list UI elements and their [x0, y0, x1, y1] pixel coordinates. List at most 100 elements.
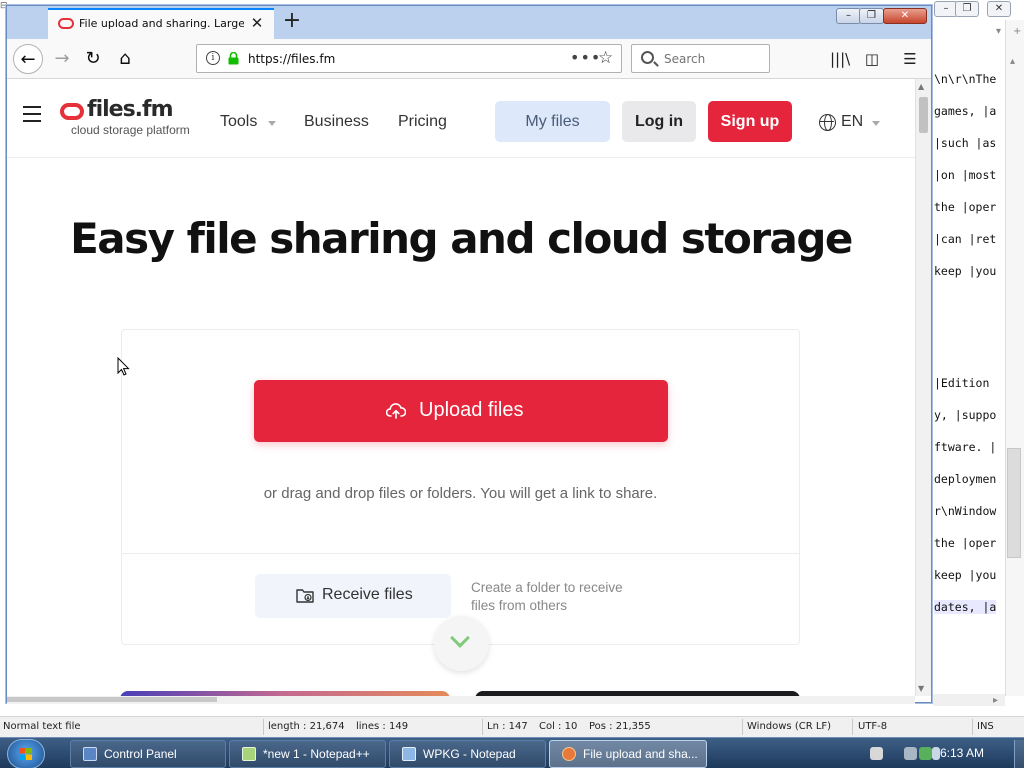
notepadpp-icon [242, 747, 256, 761]
my-files-button[interactable]: My files [495, 101, 610, 142]
bookmark-star-icon[interactable]: ☆ [598, 48, 613, 68]
status-separator [482, 719, 483, 735]
tools-chevron-down-icon[interactable] [268, 121, 276, 126]
page-scrollbar-thumb[interactable] [919, 97, 928, 133]
editor-line: \n\r\nThe [934, 72, 997, 86]
receive-files-description: Create a folder to receive files from ot… [471, 580, 623, 613]
chevron-down-icon [450, 628, 470, 648]
status-file-type: Normal text file [3, 721, 81, 732]
editor-line: games, |a [934, 104, 997, 118]
status-lines: lines : 149 [356, 721, 409, 732]
editor-line: keep |you [934, 568, 997, 582]
url-text: https://files.fm [248, 52, 336, 66]
control-panel-icon [83, 747, 97, 761]
nav-pricing[interactable]: Pricing [398, 113, 447, 131]
forward-button[interactable]: → [47, 44, 77, 74]
notepadpp-statusbar: Normal text file length : 21,674 lines :… [0, 716, 1024, 737]
start-button[interactable] [7, 739, 45, 768]
search-icon [641, 51, 654, 64]
editor-line: ftware. | [934, 440, 997, 454]
network-icon[interactable] [919, 747, 932, 760]
site-info-icon[interactable]: i [206, 51, 220, 65]
status-separator [263, 719, 264, 735]
upload-card[interactable]: Upload files or drag and drop files or f… [121, 329, 800, 645]
notepadpp-gutter-arrow-2: ▾ [996, 26, 1002, 37]
files-fm-favicon-icon [58, 18, 74, 29]
sign-up-button[interactable]: Sign up [708, 101, 792, 142]
nav-business[interactable]: Business [304, 113, 369, 131]
status-encoding: UTF-8 [858, 721, 888, 732]
sidebar-icon[interactable]: ◫ [862, 49, 882, 69]
notepadpp-restore-button[interactable]: ❐ [955, 1, 979, 17]
scroll-up-arrow-icon[interactable]: ▲ [918, 82, 924, 91]
tab-close-icon[interactable]: ✕ [249, 14, 265, 32]
firefox-icon [562, 747, 576, 761]
menu-icon[interactable]: ☰ [900, 49, 920, 69]
page-actions-icon[interactable]: ••• [570, 48, 601, 67]
editor-line: the |oper [934, 200, 997, 214]
library-icon[interactable]: |||\ [830, 49, 850, 69]
mouse-cursor-icon [117, 357, 130, 376]
tab-strip[interactable]: File upload and sharing. Large f ✕ + – ❐… [7, 6, 931, 39]
page-vertical-scrollbar[interactable]: ▲ ▼ [915, 79, 931, 696]
keyboard-icon[interactable] [870, 747, 883, 760]
taskbar-item-notepadpp[interactable]: *new 1 - Notepad++ [229, 740, 386, 768]
nav-tools[interactable]: Tools [220, 113, 257, 131]
windows-taskbar: Control Panel *new 1 - Notepad++ WPKG - … [0, 737, 1024, 768]
url-bar[interactable]: i https://files.fm ••• ☆ [196, 44, 622, 73]
home-icon[interactable]: ⌂ [110, 44, 140, 74]
scroll-down-button[interactable] [434, 616, 489, 671]
page-horizontal-scrollbar[interactable] [7, 696, 915, 704]
status-line-number: Ln : 147 [487, 721, 528, 732]
logo-tagline: cloud storage platform [71, 123, 190, 137]
lock-icon [228, 52, 239, 65]
scroll-down-arrow-icon[interactable]: ▼ [918, 684, 924, 693]
browser-tab-active[interactable]: File upload and sharing. Large f ✕ [48, 8, 274, 39]
firefox-close-button[interactable]: ✕ [883, 8, 927, 24]
log-in-button[interactable]: Log in [622, 101, 696, 142]
globe-icon[interactable] [819, 114, 836, 131]
firefox-restore-button[interactable]: ❐ [859, 8, 884, 24]
search-bar[interactable]: Search [631, 44, 770, 73]
language-chevron-down-icon[interactable] [872, 121, 880, 126]
show-desktop-button[interactable] [1014, 740, 1024, 768]
notepadpp-editor[interactable]: \n\r\nThe games, |a |such |as |on |most … [933, 64, 1005, 704]
upload-files-button[interactable]: Upload files [254, 380, 668, 442]
new-tab-button[interactable]: + [279, 8, 305, 36]
back-button[interactable]: ← [13, 44, 43, 74]
editor-line: deploymen [934, 472, 997, 486]
notepadpp-close-button[interactable]: ✕ [987, 1, 1011, 17]
files-fm-logo[interactable]: files.fm cloud storage platform [60, 97, 200, 140]
site-header: files.fm cloud storage platform Tools Bu… [7, 79, 915, 158]
notepadpp-scroll-right-arrow[interactable]: ▸ [993, 695, 998, 706]
language-selector[interactable]: EN [841, 113, 863, 131]
editor-line: |on |most [934, 168, 997, 182]
taskbar-item-control-panel[interactable]: Control Panel [70, 740, 226, 768]
firefox-window: File upload and sharing. Large f ✕ + – ❐… [6, 5, 932, 704]
firefox-minimize-button[interactable]: – [836, 8, 861, 24]
notepad-icon [402, 747, 416, 761]
logo-text: files.fm [87, 97, 174, 122]
notepadpp-scroll-up-arrow[interactable]: ▴ [1010, 56, 1015, 67]
taskbar-item-label: Control Panel [104, 747, 177, 761]
notepadpp-gutter-arrow-1: + [1013, 26, 1022, 37]
editor-line: y, |suppo [934, 408, 997, 422]
editor-line: |such |as [934, 136, 997, 150]
page-content: files.fm cloud storage platform Tools Bu… [7, 79, 915, 696]
receive-files-button[interactable]: Receive files [255, 574, 451, 618]
logo-mark-icon [60, 103, 84, 120]
page-horizontal-scrollbar-thumb[interactable] [7, 697, 217, 702]
drag-drop-hint: or drag and drop files or folders. You w… [263, 485, 658, 502]
status-insert-mode: INS [977, 721, 994, 732]
card-divider [122, 553, 799, 554]
notepadpp-vertical-scrollbar-thumb[interactable] [1007, 448, 1021, 558]
volume-icon[interactable] [932, 747, 940, 760]
taskbar-item-firefox[interactable]: File upload and sha... [549, 740, 707, 768]
editor-line: keep |you [934, 264, 997, 278]
taskbar-clock[interactable]: 6:13 AM [940, 746, 984, 760]
site-menu-icon[interactable] [23, 106, 41, 122]
taskbar-item-wpkg-notepad[interactable]: WPKG - Notepad [389, 740, 546, 768]
status-separator [852, 719, 853, 735]
reload-button[interactable]: ↻ [78, 44, 108, 74]
tray-app-icon[interactable] [904, 747, 917, 760]
